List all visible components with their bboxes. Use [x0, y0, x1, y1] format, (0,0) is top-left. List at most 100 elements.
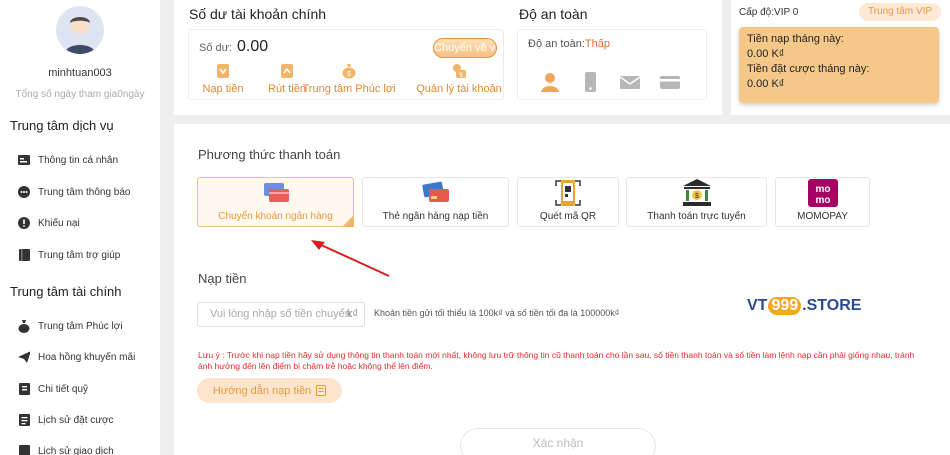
- deposit-title: Nạp tiền: [198, 271, 247, 286]
- vip-level: Cấp độ:VIP 0: [739, 7, 799, 18]
- svg-text:mo: mo: [815, 184, 830, 195]
- momo-icon: mo mo: [807, 179, 838, 207]
- sidebar-item-transaction-history[interactable]: Lịch sử giao dịch: [18, 441, 114, 455]
- deposit-month-label: Tiền nạp tháng này:: [747, 33, 844, 45]
- action-label: Trung tâm Phúc lợi: [302, 83, 396, 95]
- amount-input[interactable]: Vui lòng nhập số tiền chuyển k₫: [197, 302, 365, 327]
- document-icon: [316, 385, 327, 396]
- service-center-title: Trung tâm dịch vụ: [10, 118, 114, 133]
- guide-label: Hướng dẫn nạp tiền: [212, 384, 312, 397]
- sidebar-item-commission[interactable]: Hoa hồng khuyến mãi: [18, 347, 135, 367]
- bet-month-label: Tiền đặt cược tháng này:: [747, 63, 870, 75]
- amount-hint: Khoản tiền gửi tối thiểu là 100k₫ và số …: [374, 308, 620, 318]
- annotation-arrow-icon: [311, 240, 390, 277]
- balance-value: 0.00: [237, 38, 269, 55]
- book-icon: [18, 249, 30, 261]
- vt999-watermark: VT 999 .STORE: [747, 297, 861, 315]
- vip-stats-box: Tiền nạp tháng này: 0.00 K₫ Tiền đặt cượ…: [739, 27, 939, 103]
- transfer-to-wallet-button[interactable]: Chuyển về ví: [433, 38, 497, 58]
- deposit-icon: [215, 63, 231, 79]
- sidebar-item-label: Trung tâm Phúc lợi: [38, 320, 123, 332]
- sidebar-item-label: Chi tiết quỹ: [38, 383, 89, 395]
- deposit-action[interactable]: Nạp tiền: [201, 63, 245, 95]
- finance-center-title: Trung tâm tài chính: [10, 284, 122, 299]
- method-qr[interactable]: Quét mã QR: [517, 177, 619, 227]
- safety-level-label: Độ an toàn:: [528, 38, 585, 50]
- user-icon[interactable]: [540, 72, 560, 92]
- method-label: Thẻ ngân hàng nạp tiền: [382, 211, 489, 222]
- amount-placeholder: Vui lòng nhập số tiền chuyển: [210, 308, 351, 320]
- watermark-badge: 999: [768, 297, 802, 315]
- withdraw-icon: [279, 63, 295, 79]
- sidebar-item-complaints[interactable]: Khiếu nại: [18, 213, 80, 233]
- vip-center-button[interactable]: Trung tâm VIP: [859, 3, 941, 21]
- deposit-guide-button[interactable]: Hướng dẫn nạp tiền: [197, 378, 342, 403]
- safety-box: Độ an toàn:Thấp: [517, 29, 707, 100]
- username: minhtuan003: [48, 67, 112, 79]
- sidebar: minhtuan003 Tổng số ngày tham gia0ngày T…: [0, 0, 160, 455]
- amount-unit: k₫: [346, 308, 358, 320]
- complaint-icon: [18, 217, 30, 229]
- bet-month-value: 0.00 K₫: [747, 78, 785, 90]
- watermark-suffix: .STORE: [802, 297, 862, 314]
- method-bank-card[interactable]: Thẻ ngân hàng nạp tiền: [362, 177, 509, 227]
- action-label: Quản lý tài khoản: [416, 83, 502, 95]
- user-card-icon: [18, 154, 30, 166]
- safety-level-value: Thấp: [584, 38, 610, 50]
- sidebar-item-label: Khiếu nại: [38, 217, 80, 229]
- method-label: MOMOPAY: [797, 211, 848, 222]
- selected-corner-icon: [342, 215, 354, 227]
- safety-level: Độ an toàn:Thấp: [528, 38, 610, 50]
- welfare-action[interactable]: $ Trung tâm Phúc lợi: [301, 63, 397, 95]
- join-days: Tổng số ngày tham gia0ngày: [15, 89, 145, 100]
- online-bank-icon: $: [682, 179, 712, 207]
- mail-icon[interactable]: [619, 72, 641, 92]
- paper-plane-icon: [18, 351, 30, 363]
- svg-text:$: $: [347, 71, 351, 78]
- phone-icon[interactable]: [580, 72, 600, 92]
- method-bank-transfer[interactable]: Chuyển khoản ngân hàng: [197, 177, 354, 227]
- balance-box: Số dư: 0.00 Chuyển về ví Nạp tiền Rút ti…: [188, 29, 504, 100]
- vip-panel: Cấp độ:VIP 0 Trung tâm VIP Tiền nạp thán…: [731, 0, 950, 115]
- sidebar-item-label: Thông tin cá nhân: [38, 154, 119, 166]
- account-title: Số dư tài khoản chính: [189, 6, 327, 22]
- deposit-month-value: 0.00 K₫: [747, 48, 785, 60]
- confirm-button[interactable]: Xác nhận: [460, 428, 656, 455]
- svg-text:mo: mo: [815, 195, 830, 206]
- sidebar-item-fund-details[interactable]: Chi tiết quỹ: [18, 379, 88, 399]
- qr-scan-icon: [553, 179, 583, 207]
- sidebar-item-label: Trung tâm thông báo: [38, 186, 131, 198]
- action-label: Nạp tiền: [202, 83, 244, 95]
- account-manage-action[interactable]: $ Quản lý tài khoản: [414, 63, 504, 95]
- balance-label: Số dư:: [199, 42, 233, 54]
- welfare-bag-icon: $: [341, 63, 357, 79]
- card-icon[interactable]: [660, 72, 680, 92]
- sidebar-item-welfare[interactable]: Trung tâm Phúc lợi: [18, 316, 123, 336]
- avatar[interactable]: [56, 6, 104, 54]
- payment-panel: Phương thức thanh toán: [174, 124, 950, 455]
- sidebar-item-notifications[interactable]: Trung tâm thông báo: [18, 182, 130, 202]
- sidebar-item-bet-history[interactable]: Lịch sử đặt cược: [18, 410, 114, 430]
- method-online[interactable]: $ Thanh toán trực tuyến: [626, 177, 767, 227]
- ledger-icon: [18, 383, 30, 395]
- watermark-prefix: VT: [747, 297, 768, 314]
- history-icon: [18, 414, 30, 426]
- method-label: Chuyển khoản ngân hàng: [218, 211, 333, 222]
- method-momo[interactable]: mo mo MOMOPAY: [775, 177, 870, 227]
- bank-card-icon: [421, 179, 451, 207]
- method-label: Quét mã QR: [539, 211, 597, 222]
- sidebar-item-personal-info[interactable]: Thông tin cá nhân: [18, 150, 118, 170]
- sidebar-item-label: Trung tâm trợ giúp: [38, 249, 121, 261]
- svg-text:$: $: [695, 193, 699, 200]
- safety-title: Độ an toàn: [519, 6, 588, 22]
- sidebar-item-help-center[interactable]: Trung tâm trợ giúp: [18, 245, 120, 265]
- transaction-icon: [18, 445, 30, 455]
- account-panel: Số dư tài khoản chính Số dư: 0.00 Chuyển…: [174, 0, 722, 115]
- sidebar-item-label: Hoa hồng khuyến mãi: [38, 351, 136, 363]
- bank-transfer-icon: [261, 179, 291, 207]
- deposit-note: Lưu ý : Trước khi nạp tiền hãy sử dụng t…: [198, 350, 915, 371]
- account-manage-icon: $: [451, 63, 467, 79]
- method-label: Thanh toán trực tuyến: [647, 211, 746, 222]
- sidebar-item-label: Lịch sử đặt cược: [38, 414, 114, 426]
- payment-method-title: Phương thức thanh toán: [198, 147, 341, 162]
